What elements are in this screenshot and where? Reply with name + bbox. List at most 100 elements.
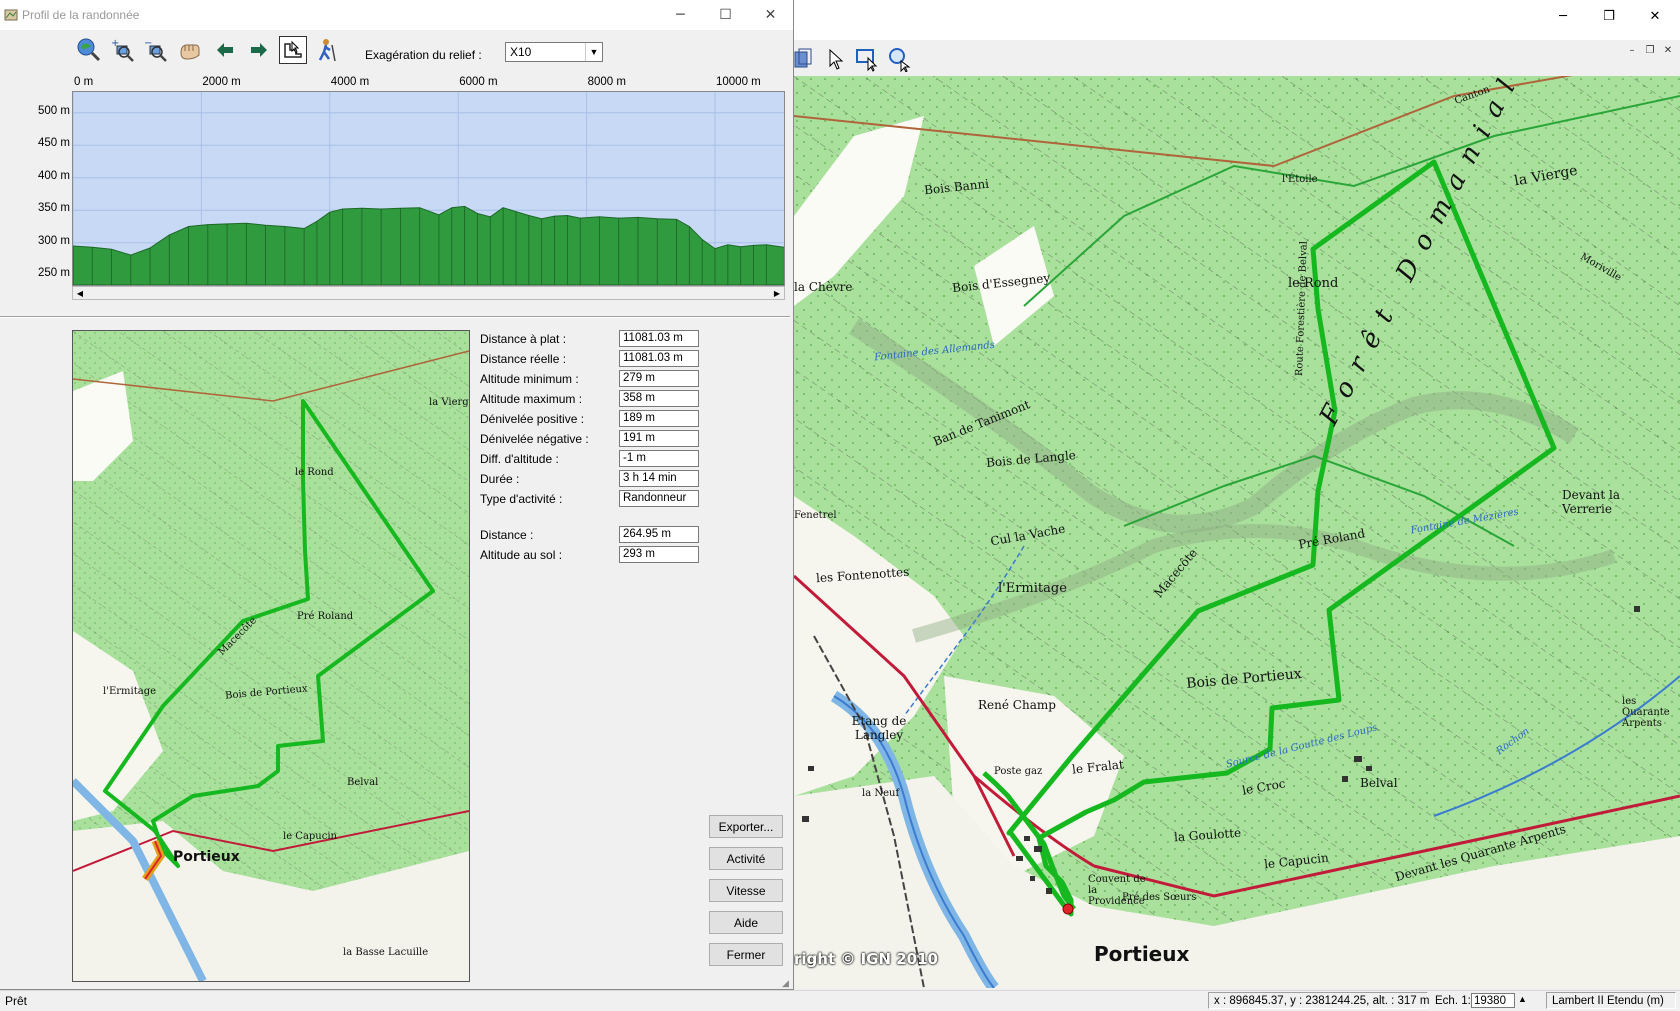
pointer-icon[interactable]	[822, 46, 848, 72]
cursor-stat-value: 264.95 m	[619, 526, 699, 543]
elevation-profile-chart[interactable]	[72, 91, 785, 286]
x-tick-label: 0 m	[74, 76, 94, 88]
stat-label: Durée :	[480, 472, 520, 486]
map-label-l-etoile: l'Étoile	[1282, 174, 1318, 185]
scroll-right-icon[interactable]: ▶	[770, 287, 784, 299]
stat-value: 279 m	[619, 370, 699, 387]
dialog-maximize-button[interactable]: ☐	[703, 1, 748, 29]
stat-label: Type d'activité :	[480, 492, 563, 506]
status-coordinates: x : 896845.37, y : 2381244.25, alt. : 31…	[1208, 992, 1429, 1009]
main-minimize-button[interactable]: ─	[1540, 2, 1586, 30]
mini-label-belval: Belval	[347, 777, 379, 788]
map-copyright: right © IGN 2010	[794, 950, 938, 968]
map-label-les-quarante-arpents: les Quarante Arpents	[1622, 696, 1670, 729]
map-label-portieux: Portieux	[1094, 942, 1190, 966]
profile-dialog: Profil de la randonnée ─ ☐ ✕ + − Exagéra…	[0, 0, 794, 990]
stat-value: -1 m	[619, 450, 699, 467]
zoom-extent-icon[interactable]	[75, 36, 103, 64]
map-label-fenetrel: Fenetrel	[794, 510, 837, 521]
mdi-close-button[interactable]: ✕	[1660, 43, 1676, 57]
scale-input[interactable]	[1471, 993, 1515, 1008]
status-bar: Prêt x : 896845.37, y : 2381244.25, alt.…	[0, 990, 1680, 1011]
stat-label: Diff. d'altitude :	[480, 452, 559, 466]
mini-label-pre-roland: Pré Roland	[297, 611, 354, 622]
stat-value: Randonneur	[619, 490, 699, 507]
arrow-right-icon[interactable]	[245, 36, 273, 64]
profile-scrollbar[interactable]: ◀ ▶	[72, 286, 785, 300]
mini-label-la-vierge: la Vierge	[429, 397, 469, 408]
stat-label: Dénivelée négative :	[480, 432, 589, 446]
scale-spin-icon[interactable]: ▲	[1518, 994, 1527, 1004]
zoom-rectangle-icon[interactable]	[854, 46, 880, 72]
map-label-belval: Belval	[1360, 776, 1398, 790]
arrow-left-icon[interactable]	[211, 36, 239, 64]
profile-cursor-icon[interactable]	[279, 36, 307, 64]
magnifier-icon[interactable]	[886, 46, 912, 72]
stat-label: Dénivelée positive :	[480, 412, 585, 426]
mini-label-la-basse-lacuille: la Basse Lacuille	[343, 947, 429, 958]
mini-label-l-ermitage: l'Ermitage	[103, 686, 157, 697]
speed-button[interactable]: Vitesse	[709, 879, 783, 902]
y-tick-label: 300 m	[38, 234, 70, 247]
map-label-devant-la-verrerie: Devant la Verrerie	[1562, 488, 1621, 516]
track-overview-map[interactable]: Portieux Bois de Portieux le Rond Pré Ro…	[72, 330, 470, 982]
stat-value: 191 m	[619, 430, 699, 447]
main-restore-button[interactable]: ❐	[1586, 2, 1632, 30]
mdi-minimize-button[interactable]: –	[1624, 43, 1640, 57]
stat-label: Altitude maximum :	[480, 392, 583, 406]
map-label-la-neuf: la Neuf	[862, 788, 900, 799]
stat-value: 358 m	[619, 390, 699, 407]
status-ready: Prêt	[5, 994, 28, 1008]
chevron-down-icon[interactable]: ▼	[585, 43, 602, 61]
scroll-left-icon[interactable]: ◀	[73, 287, 87, 299]
resize-grip-icon[interactable]: ◢	[782, 978, 789, 989]
app-icon	[4, 9, 18, 21]
stat-value: 3 h 14 min	[619, 470, 699, 487]
dialog-minimize-button[interactable]: ─	[658, 1, 703, 29]
y-tick-label: 500 m	[38, 104, 70, 117]
map-label-la-chevre: la Chèvre	[794, 280, 853, 294]
export-button[interactable]: Exporter...	[709, 815, 783, 838]
mini-label-portieux: Portieux	[173, 849, 240, 865]
y-tick-label: 250 m	[38, 267, 70, 280]
help-button[interactable]: Aide	[709, 911, 783, 934]
stat-label: Altitude minimum :	[480, 372, 579, 386]
x-tick-label: 10000 m	[716, 76, 761, 88]
dialog-close-button[interactable]: ✕	[748, 1, 793, 29]
cursor-stat-label: Altitude au sol :	[480, 548, 563, 562]
stat-value: 11081.03 m	[619, 330, 699, 347]
pan-hand-icon[interactable]	[176, 36, 204, 64]
map-label-le-rond: le Rond	[1288, 276, 1339, 291]
zoom-in-icon[interactable]: +	[108, 36, 136, 64]
stat-value: 189 m	[619, 410, 699, 427]
scale-label: Ech. 1:	[1435, 994, 1471, 1007]
x-tick-label: 6000 m	[459, 76, 498, 88]
dialog-splitter[interactable]	[0, 316, 790, 318]
dialog-titlebar: Profil de la randonnée ─ ☐ ✕	[0, 0, 793, 30]
hiker-icon[interactable]	[313, 36, 341, 64]
mdi-restore-button[interactable]: ❐	[1642, 43, 1658, 57]
topographic-map[interactable]: Portieux Bois de Portieux Forêt Domanial…	[794, 76, 1680, 988]
elevation-area	[72, 205, 785, 286]
elevation-profile-svg	[72, 92, 785, 286]
mini-label-le-capucin: le Capucin	[283, 831, 337, 842]
exaggeration-value: X10	[510, 45, 532, 59]
y-tick-label: 400 m	[38, 169, 70, 182]
activity-button[interactable]: Activité	[709, 847, 783, 870]
y-tick-label: 450 m	[38, 137, 70, 150]
close-button[interactable]: Fermer	[709, 943, 783, 966]
stat-label: Distance réelle :	[480, 352, 567, 366]
cursor-stat-value: 293 m	[619, 546, 699, 563]
map-label-etang-de-langley: Etang de Langley	[851, 714, 907, 742]
stat-value: 11081.03 m	[619, 350, 699, 367]
map-label-l-ermitage: l'Ermitage	[998, 581, 1067, 596]
exaggeration-label: Exagération du relief :	[365, 48, 482, 62]
map-label-poste-gaz: Poste gaz	[994, 766, 1043, 777]
x-tick-label: 8000 m	[587, 76, 626, 88]
map-toolbar: – ❐ ✕	[794, 40, 1680, 76]
zoom-out-icon[interactable]: −	[141, 36, 169, 64]
exaggeration-select[interactable]: X10 ▼	[505, 42, 603, 62]
main-close-button[interactable]: ✕	[1632, 2, 1678, 30]
map-label-couvent: Couvent de la Providence	[1088, 874, 1146, 907]
x-tick-label: 2000 m	[202, 76, 241, 88]
